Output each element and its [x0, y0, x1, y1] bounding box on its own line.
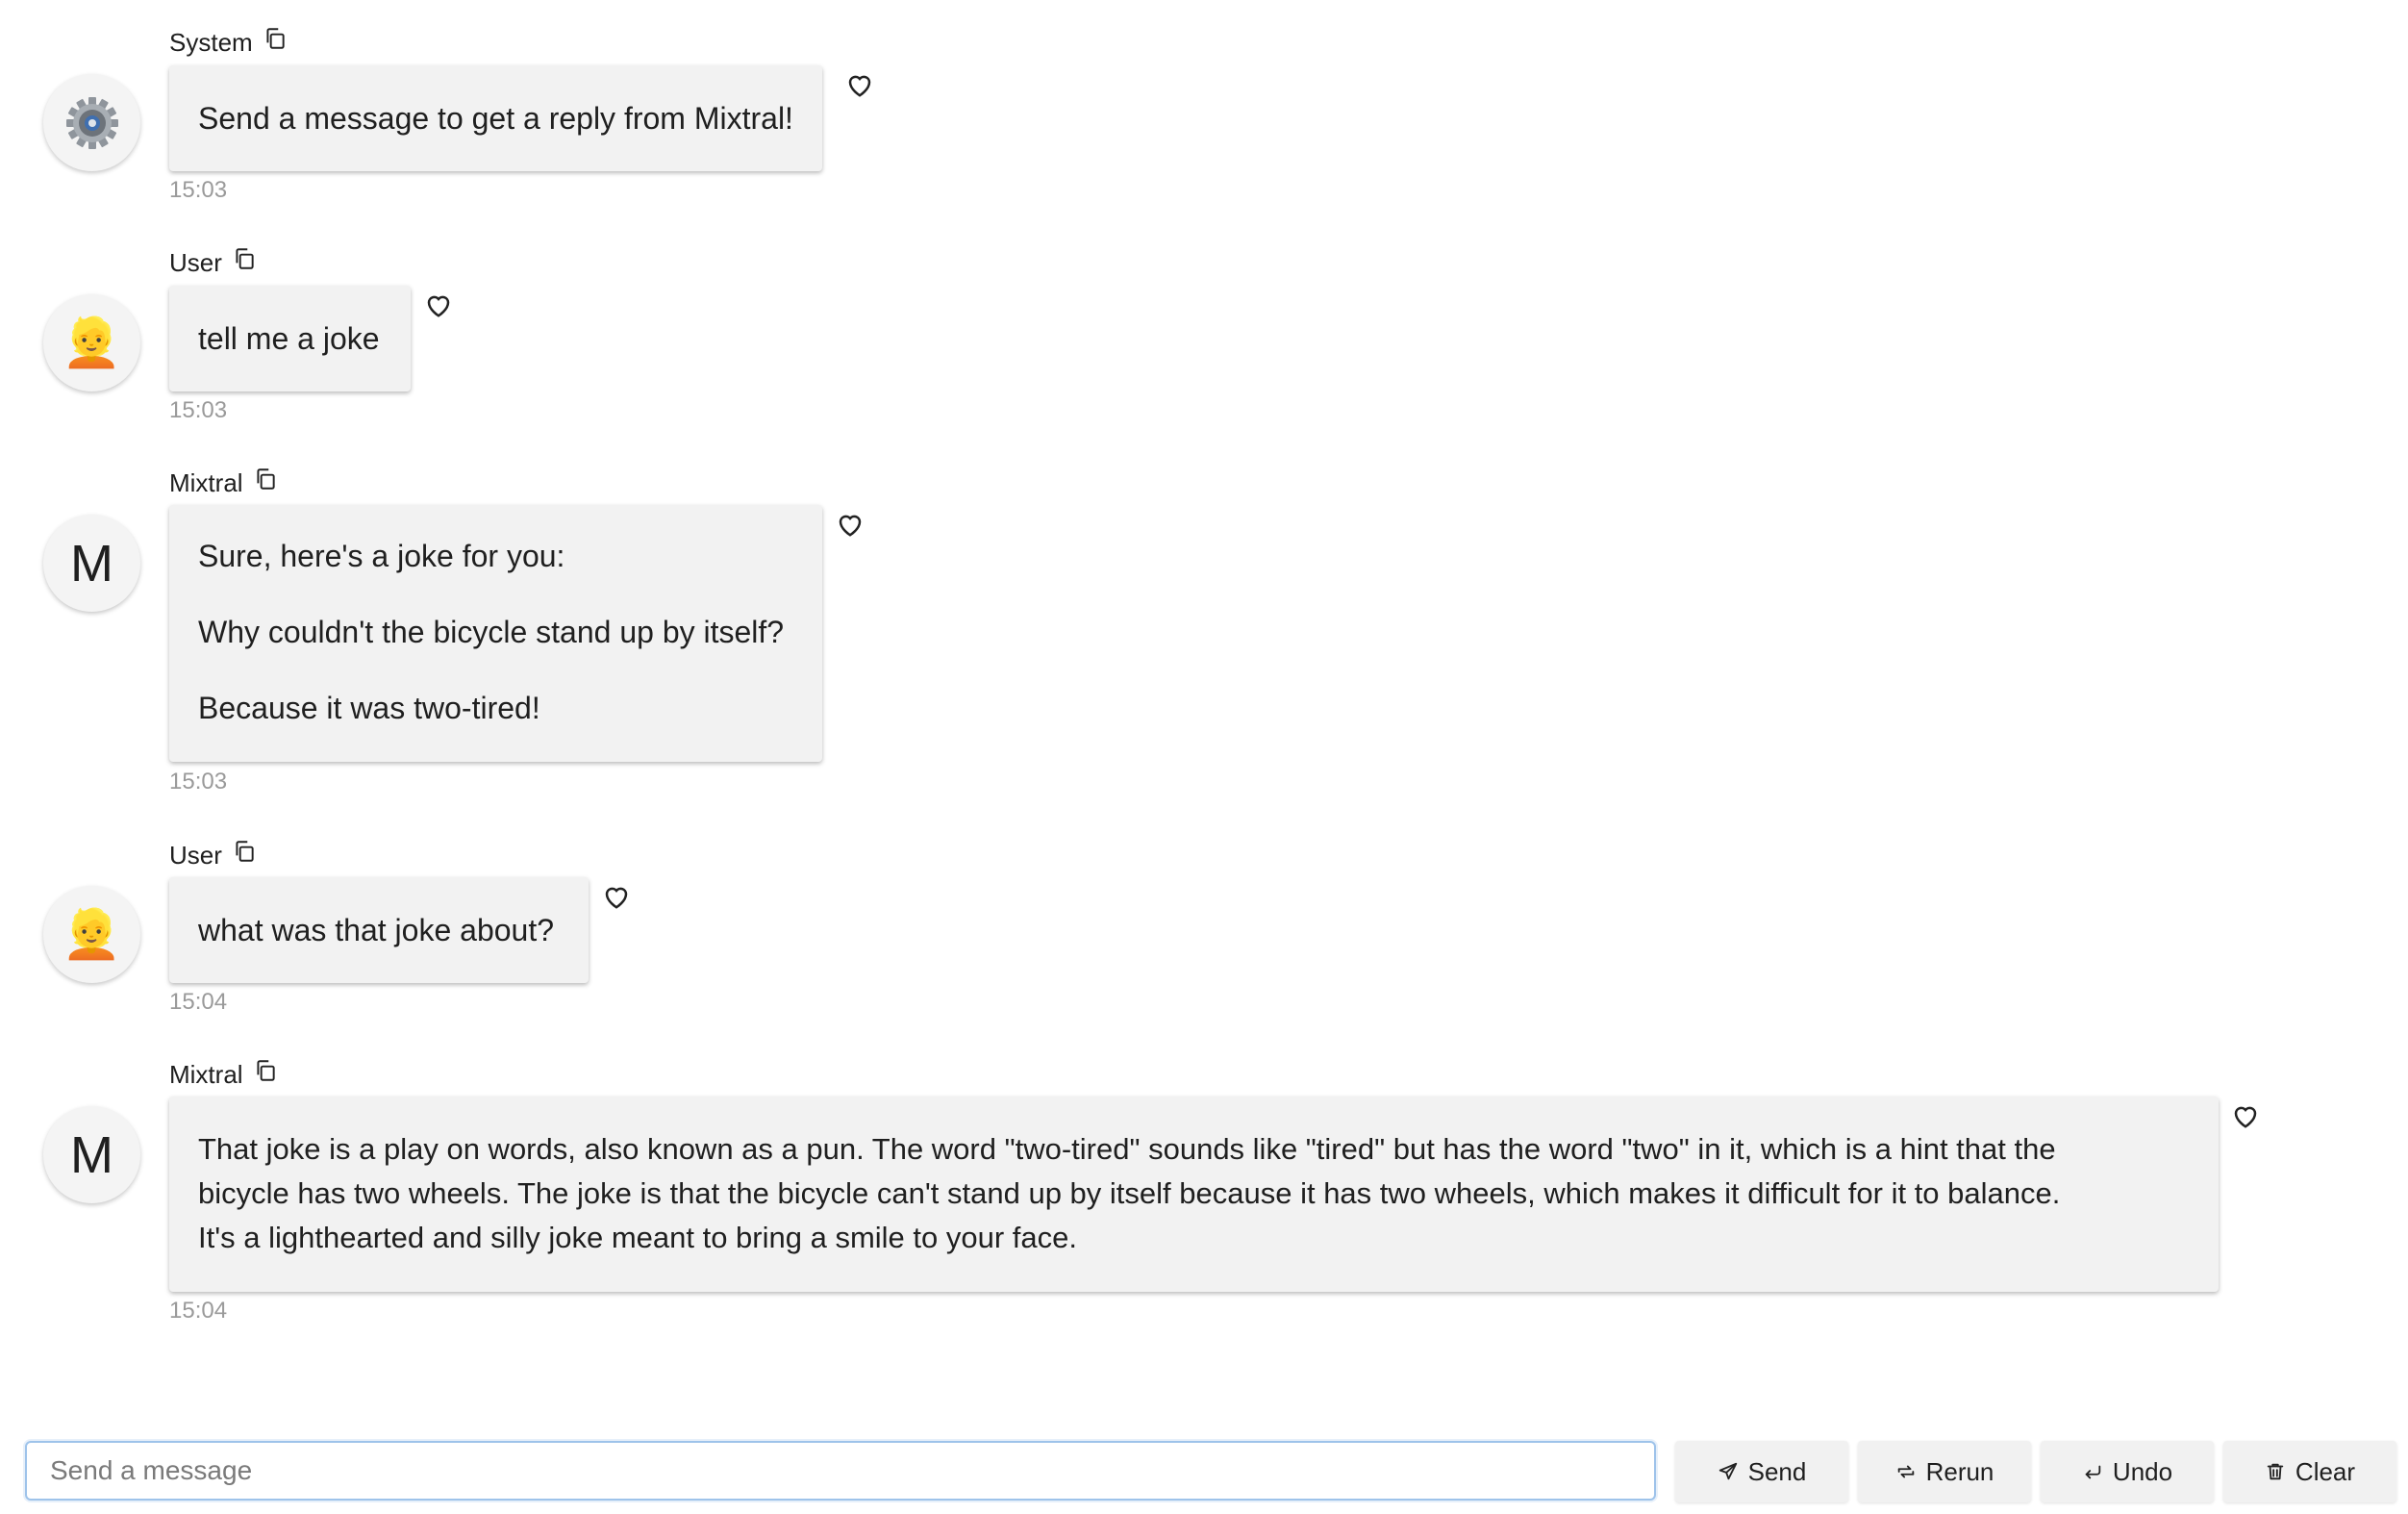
- copy-icon[interactable]: [263, 26, 288, 51]
- send-label: Send: [1747, 1456, 1807, 1486]
- message-text: what was that joke about?: [198, 913, 555, 947]
- clear-button[interactable]: Clear: [2223, 1441, 2396, 1502]
- sender-name: Mixtral: [169, 1059, 243, 1089]
- message-input[interactable]: [25, 1441, 1656, 1501]
- clear-label: Clear: [2295, 1456, 2356, 1486]
- heart-icon[interactable]: [845, 71, 874, 98]
- heart-icon[interactable]: [424, 291, 453, 318]
- person-emoji: 👱: [62, 907, 122, 961]
- rerun-icon: [1895, 1461, 1917, 1482]
- message-text: Why couldn't the bicycle stand up by its…: [198, 615, 785, 649]
- message-text: Sure, here's a joke for you:: [198, 539, 565, 573]
- undo-label: Undo: [2112, 1456, 2173, 1486]
- undo-button[interactable]: Undo: [2041, 1441, 2214, 1502]
- timestamp: 15:03: [169, 769, 228, 795]
- copy-icon[interactable]: [232, 839, 257, 864]
- copy-icon[interactable]: [253, 1058, 278, 1083]
- rerun-label: Rerun: [1925, 1456, 1994, 1486]
- gear-icon: [65, 96, 119, 150]
- undo-icon: [2082, 1461, 2103, 1482]
- avatar: [43, 74, 140, 171]
- message-text: It's a lighthearted and silly joke meant…: [198, 1221, 1078, 1254]
- message-bubble: That joke is a play on words, also known…: [169, 1097, 2219, 1292]
- timestamp: 15:03: [169, 397, 228, 423]
- avatar: M: [43, 1106, 140, 1203]
- send-button[interactable]: Send: [1675, 1441, 1848, 1502]
- message-bubble: Sure, here's a joke for you: Why couldn'…: [169, 505, 822, 762]
- timestamp: 15:04: [169, 1298, 228, 1324]
- sender-name: Mixtral: [169, 467, 243, 497]
- timestamp: 15:04: [169, 989, 228, 1015]
- avatar: 👱: [43, 886, 140, 983]
- message-header: Mixtral: [169, 466, 278, 500]
- avatar: M: [43, 515, 140, 612]
- sender-name: User: [169, 840, 222, 870]
- message-header: User: [169, 838, 257, 872]
- avatar-letter: M: [70, 1125, 113, 1184]
- message-bubble: what was that joke about?: [169, 877, 589, 983]
- message-bubble: tell me a joke: [169, 286, 411, 391]
- person-emoji: 👱: [62, 315, 122, 369]
- message-text: tell me a joke: [198, 321, 380, 356]
- sender-name: User: [169, 247, 222, 277]
- timestamp: 15:03: [169, 177, 228, 203]
- sender-name: System: [169, 27, 253, 57]
- message-text: bicycle has two wheels. The joke is that…: [198, 1176, 2061, 1210]
- heart-icon[interactable]: [602, 883, 631, 910]
- trash-icon: [2265, 1461, 2286, 1482]
- message-header: User: [169, 245, 257, 280]
- send-icon: [1718, 1461, 1739, 1482]
- message-header: System: [169, 25, 288, 60]
- avatar-letter: M: [70, 534, 113, 593]
- message-text: Send a message to get a reply from Mixtr…: [198, 101, 793, 136]
- copy-icon[interactable]: [232, 246, 257, 271]
- message-header: Mixtral: [169, 1057, 278, 1092]
- message-text: Because it was two-tired!: [198, 691, 540, 725]
- avatar: 👱: [43, 294, 140, 391]
- heart-icon[interactable]: [2231, 1102, 2260, 1129]
- message-bubble: Send a message to get a reply from Mixtr…: [169, 65, 822, 171]
- message-text: That joke is a play on words, also known…: [198, 1132, 2056, 1166]
- rerun-button[interactable]: Rerun: [1858, 1441, 2031, 1502]
- heart-icon[interactable]: [836, 511, 865, 538]
- copy-icon[interactable]: [253, 467, 278, 492]
